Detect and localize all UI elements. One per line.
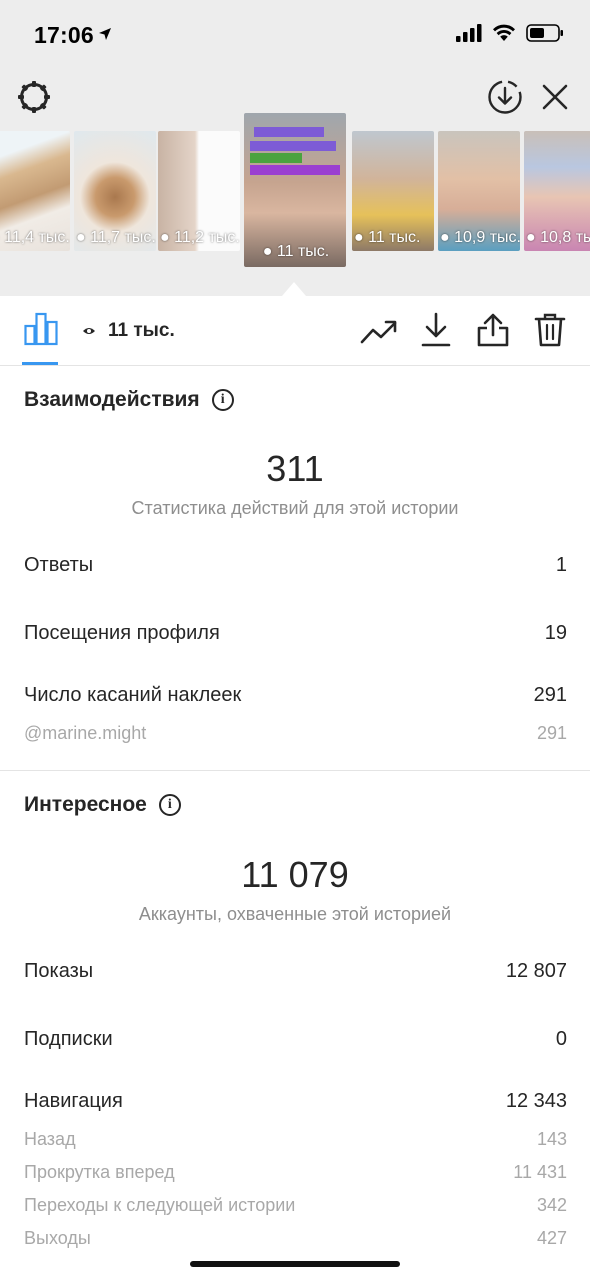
stat-row-forward: Прокрутка вперед 11 431 (24, 1162, 567, 1182)
trash-icon[interactable] (534, 312, 566, 348)
stat-row-replies: Ответы 1 (24, 554, 567, 576)
interactions-total: 311 (266, 448, 324, 489)
stat-row-mention: @marine.might 291 (24, 723, 567, 743)
interactions-section-title: Взаимодействия i (24, 388, 234, 412)
story-sticker (250, 153, 302, 163)
info-icon[interactable]: i (211, 389, 234, 411)
discovery-subtitle: Аккаунты, охваченные этой историей (138, 904, 452, 924)
download-icon[interactable] (420, 312, 452, 348)
story-views: ● 11,7 тыс. (76, 229, 156, 246)
views-count: 11 тыс. (82, 320, 175, 342)
location-arrow-icon (99, 28, 111, 40)
settings-gear-icon[interactable] (16, 79, 52, 115)
discovery-total: 11 079 (241, 854, 349, 895)
story-thumbnail[interactable]: ● 10,9 тыс. (438, 131, 520, 251)
close-icon[interactable] (541, 83, 569, 111)
battery-icon (526, 24, 563, 42)
stat-row-impressions: Показы 12 807 (24, 960, 567, 982)
story-thumbnail[interactable]: ● 11,4 тыс. (0, 131, 70, 251)
insights-bar-chart-icon[interactable] (24, 312, 58, 346)
stat-row-back: Назад 143 (24, 1129, 567, 1149)
stat-row-navigation: Навигация 12 343 (24, 1090, 567, 1112)
story-thumbnail[interactable]: ● 11,2 тыс. (158, 131, 240, 251)
stat-row-next-story: Переходы к следующей истории 342 (24, 1195, 567, 1215)
stat-row-exits: Выходы 427 (24, 1228, 567, 1248)
story-views: ● 11,2 тыс. (160, 229, 240, 246)
section-divider (0, 770, 590, 771)
story-thumbnail[interactable]: ● 10,8 тыс. (524, 131, 590, 251)
interactions-subtitle: Статистика действий для этой истории (131, 498, 459, 518)
story-sticker (250, 165, 340, 175)
status-bar: 17:06 (0, 0, 590, 70)
status-time: 17:06 (34, 22, 94, 48)
status-indicators (456, 24, 564, 42)
selected-story-caret (282, 282, 306, 296)
download-circle-icon[interactable] (487, 79, 523, 115)
discovery-section-title: Интересное i (24, 793, 181, 817)
info-icon[interactable]: i (158, 794, 181, 816)
story-thumbnail[interactable]: ● 11,7 тыс. (74, 131, 156, 251)
trending-icon[interactable] (360, 318, 398, 346)
story-thumbnail-strip: ● 11,4 тыс. ● 11,7 тыс. ● 11,2 тыс. ● 11… (0, 113, 590, 271)
insights-toolbar: 11 тыс. (0, 296, 590, 366)
story-views: ● 11 тыс. (354, 229, 421, 246)
stat-row-sticker-taps: Число касаний наклеек 291 (24, 684, 567, 706)
cellular-signal-icon (456, 24, 482, 42)
story-thumbnail[interactable]: ● 11 тыс. (352, 131, 434, 251)
story-views: ● 11 тыс. (262, 243, 330, 260)
story-views: ● 10,9 тыс. (440, 229, 520, 246)
stat-row-follows: Подписки 0 (24, 1028, 567, 1050)
story-sticker (250, 141, 336, 151)
story-views: ● 10,8 тыс. (526, 229, 590, 246)
wifi-icon (493, 24, 515, 41)
story-sticker (254, 127, 324, 137)
stat-row-profile-visits: Посещения профиля 19 (24, 622, 567, 644)
eye-icon (83, 328, 95, 334)
story-thumbnail-selected[interactable]: ● 11 тыс. (244, 113, 346, 267)
story-views: ● 11,4 тыс. (4, 229, 70, 246)
home-indicator[interactable] (190, 1261, 400, 1267)
active-tab-indicator (22, 362, 58, 365)
share-icon[interactable] (476, 312, 510, 348)
